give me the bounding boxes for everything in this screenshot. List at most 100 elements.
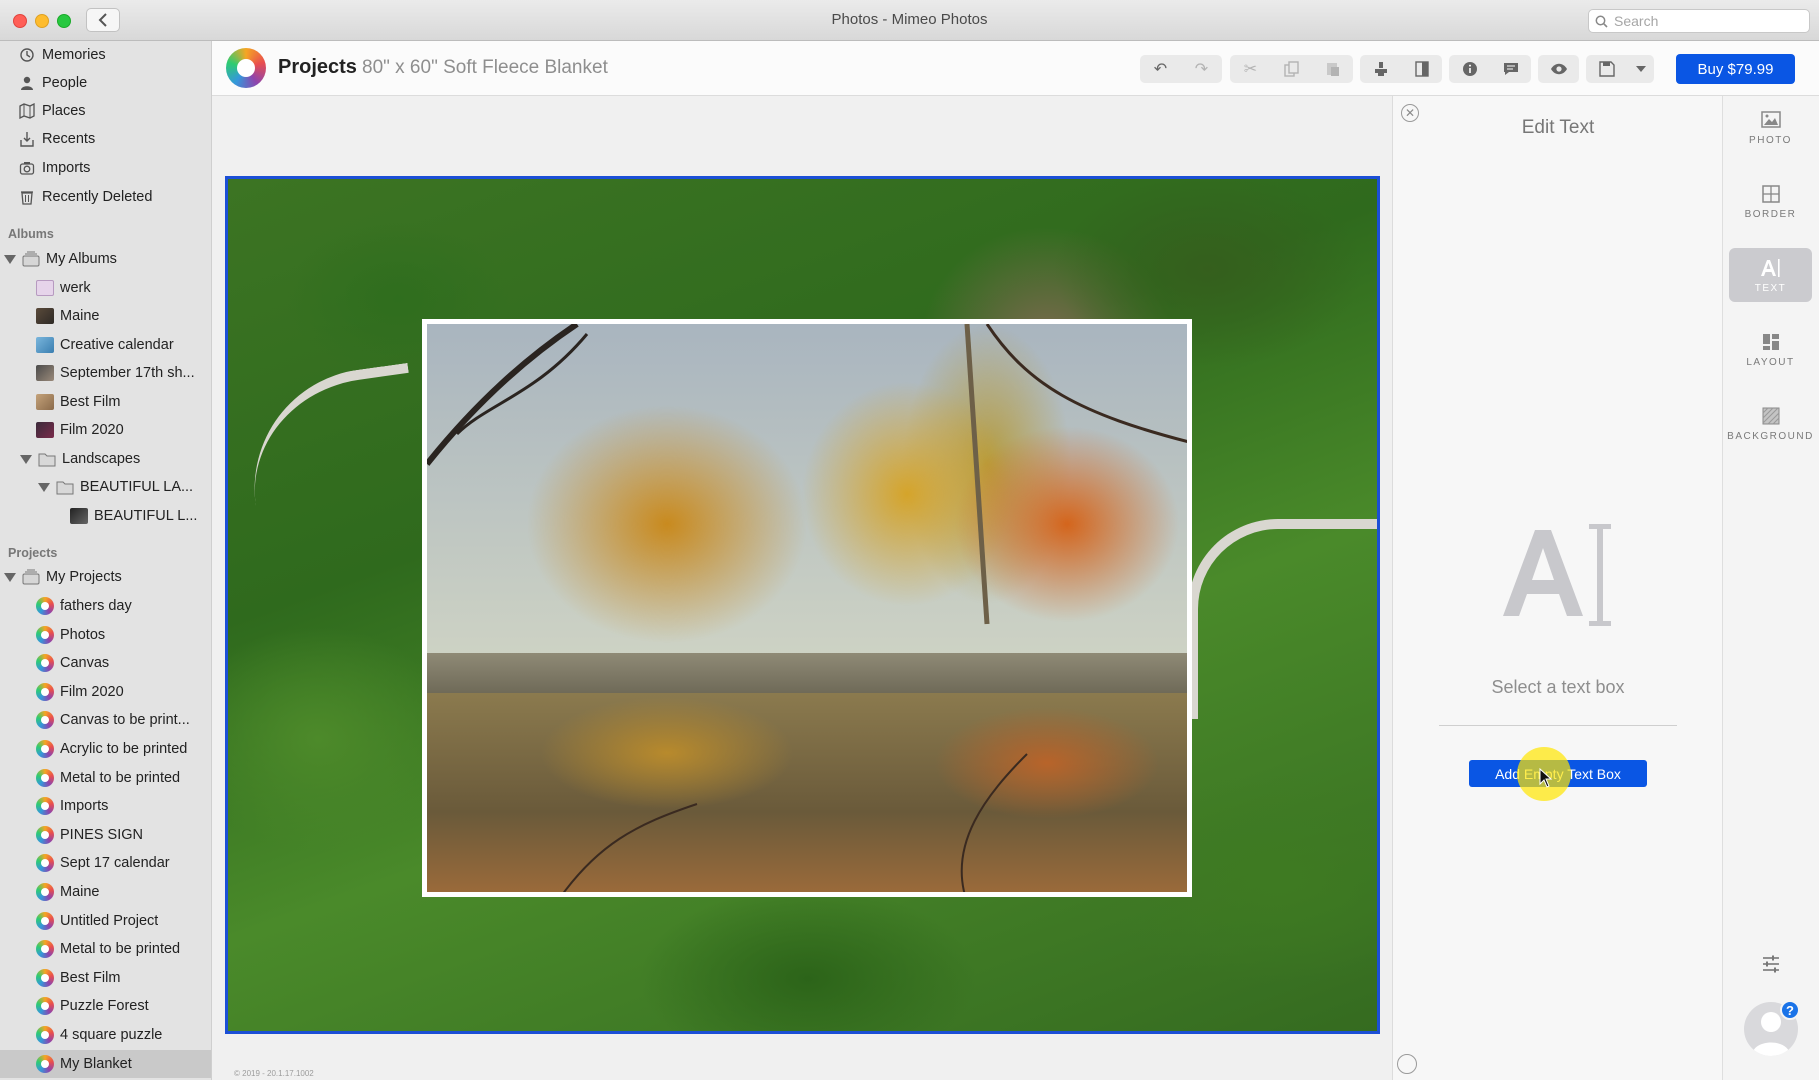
sidebar-item-beautiful-album[interactable]: BEAUTIFUL L...	[0, 502, 211, 530]
rail-text-button[interactable]: TEXT	[1729, 248, 1812, 302]
sidebar-item-label: My Blanket	[60, 1056, 132, 1072]
search-input[interactable]	[1614, 13, 1794, 29]
sidebar-item-my-albums[interactable]: My Albums	[0, 245, 211, 273]
sidebar-item-project[interactable]: Acrylic to be printed	[0, 735, 211, 763]
eye-icon	[1550, 63, 1567, 75]
search-box[interactable]	[1588, 9, 1810, 33]
undo-button[interactable]: ↶	[1140, 55, 1181, 83]
disclosure-triangle-icon[interactable]	[20, 454, 32, 464]
align-icon	[1374, 62, 1387, 76]
sidebar-item-project[interactable]: Best Film	[0, 964, 211, 992]
save-options-dropdown[interactable]	[1627, 55, 1654, 83]
adjustments-icon[interactable]	[1761, 954, 1781, 974]
sidebar-item-album[interactable]: Best Film	[0, 388, 211, 416]
project-icon	[36, 854, 54, 872]
sidebar-item-my-projects[interactable]: My Projects	[0, 563, 211, 591]
project-icon	[36, 626, 54, 644]
border-icon	[1760, 183, 1782, 205]
sidebar-item-beautiful-folder[interactable]: BEAUTIFUL LA...	[0, 473, 211, 501]
info-button[interactable]	[1449, 55, 1490, 83]
sidebar-item-places[interactable]: Places	[0, 97, 211, 125]
project-icon	[36, 969, 54, 987]
window-close-button[interactable]	[13, 14, 27, 28]
sidebar-item-project[interactable]: Photos	[0, 621, 211, 649]
projects-section-header: Projects	[8, 546, 58, 560]
save-button[interactable]	[1586, 55, 1627, 83]
sidebar-item-project[interactable]: Metal to be printed	[0, 935, 211, 963]
window-title: Photos - Mimeo Photos	[831, 11, 988, 28]
sidebar-item-project[interactable]: Metal to be printed	[0, 764, 211, 792]
sidebar-item-recently-deleted[interactable]: Recently Deleted	[0, 183, 211, 211]
recents-icon	[18, 130, 36, 148]
preview-button[interactable]	[1538, 55, 1579, 83]
sidebar-item-project[interactable]: Puzzle Forest	[0, 992, 211, 1020]
sidebar-item-project[interactable]: Film 2020	[0, 678, 211, 706]
mimeo-logo-icon	[226, 48, 266, 88]
buy-button[interactable]: Buy $79.99	[1676, 54, 1795, 84]
sidebar-item-project[interactable]: Imports	[0, 792, 211, 820]
sidebar-item-label: Canvas	[60, 655, 110, 671]
rail-layout-button[interactable]: LAYOUT	[1729, 322, 1812, 376]
sidebar-item-project[interactable]: PINES SIGN	[0, 821, 211, 849]
info-group	[1449, 55, 1531, 83]
sidebar-item-label: Landscapes	[62, 451, 141, 467]
sidebar-item-project[interactable]: Canvas to be print...	[0, 706, 211, 734]
project-icon	[36, 912, 54, 930]
blanket-background-photo[interactable]	[225, 176, 1380, 1034]
window-zoom-button[interactable]	[57, 14, 71, 28]
rail-photo-button[interactable]: PHOTO	[1729, 100, 1812, 154]
cut-button[interactable]: ✂	[1230, 55, 1271, 83]
comment-button[interactable]	[1490, 55, 1531, 83]
sidebar-item-album[interactable]: Maine	[0, 302, 211, 330]
sidebar-item-album[interactable]: September 17th sh...	[0, 359, 211, 387]
copy-button[interactable]	[1271, 55, 1312, 83]
rail-border-button[interactable]: BORDER	[1729, 174, 1812, 228]
disclosure-triangle-icon[interactable]	[38, 482, 50, 492]
info-icon	[1462, 62, 1477, 76]
person-icon	[18, 74, 36, 92]
sidebar-item-project[interactable]: Canvas	[0, 649, 211, 677]
sidebar-item-album[interactable]: Film 2020	[0, 416, 211, 444]
sidebar-item-people[interactable]: People	[0, 69, 211, 97]
comment-icon	[1503, 63, 1518, 75]
sidebar-item-imports[interactable]: Imports	[0, 154, 211, 182]
project-icon	[36, 769, 54, 787]
sidebar-item-project[interactable]: fathers day	[0, 592, 211, 620]
albums-section-header: Albums	[8, 227, 54, 241]
disclosure-triangle-icon[interactable]	[4, 254, 16, 264]
album-thumbnail	[70, 507, 88, 525]
folder-icon	[38, 450, 56, 468]
align-button[interactable]	[1360, 55, 1401, 83]
sidebar-item-recents[interactable]: Recents	[0, 125, 211, 153]
sidebar-item-project[interactable]: 4 square puzzle	[0, 1021, 211, 1049]
memories-icon	[18, 46, 36, 64]
project-icon	[36, 597, 54, 615]
redo-button[interactable]: ↷	[1181, 55, 1222, 83]
sidebar-item-label: Creative calendar	[60, 337, 174, 353]
back-button[interactable]	[86, 8, 120, 32]
paste-button[interactable]	[1312, 55, 1353, 83]
road-left	[239, 362, 427, 526]
sidebar-item-album[interactable]: werk	[0, 274, 211, 302]
sidebar-item-project[interactable]: My Blanket	[0, 1050, 211, 1078]
disclosure-triangle-icon[interactable]	[4, 572, 16, 582]
layout-icon	[1760, 331, 1782, 353]
sidebar-item-project[interactable]: Sept 17 calendar	[0, 849, 211, 877]
breadcrumb-projects[interactable]: Projects	[278, 56, 357, 79]
sidebar-item-label: BEAUTIFUL LA...	[80, 479, 194, 495]
sidebar-item-memories[interactable]: Memories	[0, 41, 211, 69]
rail-background-button[interactable]: BACKGROUND	[1727, 396, 1812, 450]
resize-handle-icon[interactable]	[1397, 1054, 1417, 1074]
save-group	[1586, 55, 1654, 83]
help-badge[interactable]: ?	[1780, 1000, 1800, 1020]
title-bar: Photos - Mimeo Photos	[0, 0, 1819, 41]
sidebar-item-project[interactable]: Untitled Project	[0, 907, 211, 935]
window-minimize-button[interactable]	[35, 14, 49, 28]
sidebar-item-label: Metal to be printed	[60, 941, 181, 957]
blanket-center-photo[interactable]	[422, 319, 1192, 897]
sidebar-item-project[interactable]: Maine	[0, 878, 211, 906]
sidebar-item-album[interactable]: Creative calendar	[0, 331, 211, 359]
flip-button[interactable]	[1401, 55, 1442, 83]
sidebar-item-label: Recently Deleted	[42, 189, 153, 205]
sidebar-item-landscapes-folder[interactable]: Landscapes	[0, 445, 211, 473]
